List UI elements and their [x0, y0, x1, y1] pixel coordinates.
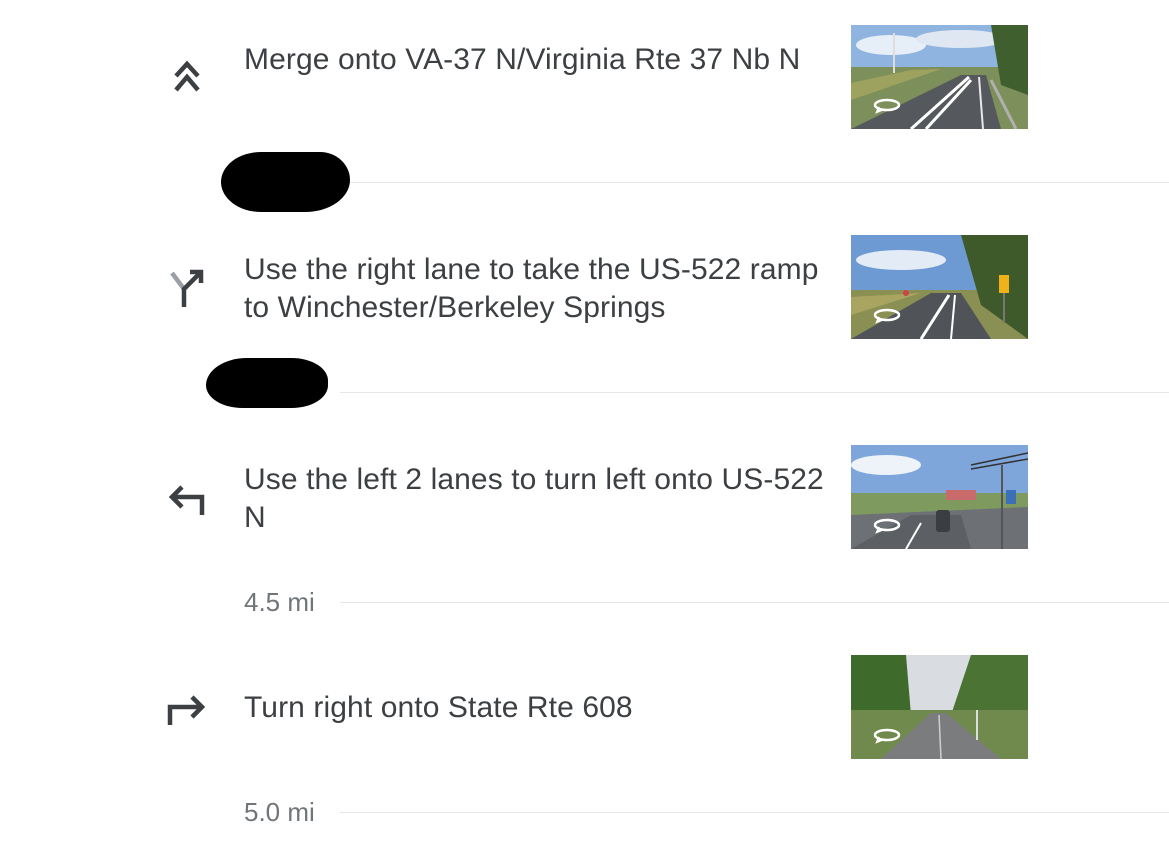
turn-right-icon [162, 683, 212, 733]
directions-step-list: Merge onto VA-37 N/Virginia Rte 37 Nb N [0, 0, 1169, 843]
step-distance-row [0, 162, 1169, 202]
divider [340, 392, 1169, 393]
street-view-thumbnail[interactable] [851, 25, 1028, 129]
direction-step[interactable]: Merge onto VA-37 N/Virginia Rte 37 Nb N [0, 0, 1169, 150]
divider [340, 602, 1169, 603]
street-view-thumbnail[interactable] [851, 235, 1028, 339]
step-distance-row: 4.5 mi [0, 582, 1169, 622]
step-instruction: Turn right onto State Rte 608 [244, 691, 633, 724]
step-distance: 4.5 mi [244, 587, 315, 617]
direction-step[interactable]: Use the left 2 lanes to turn left onto U… [0, 420, 1169, 570]
fork-right-icon [162, 263, 212, 313]
turn-left-icon [162, 473, 212, 523]
step-instruction: Use the right lane to take the US-522 ra… [244, 253, 819, 324]
divider [340, 182, 1169, 183]
step-instruction: Use the left 2 lanes to turn left onto U… [244, 463, 824, 534]
merge-icon [162, 54, 212, 104]
redaction-mark [206, 358, 328, 408]
direction-step[interactable]: Use the right lane to take the US-522 ra… [0, 210, 1169, 360]
step-instruction: Merge onto VA-37 N/Virginia Rte 37 Nb N [244, 43, 801, 76]
direction-step[interactable]: Turn right onto State Rte 608 [0, 630, 1169, 780]
redaction-mark [221, 152, 350, 212]
step-distance-row [0, 372, 1169, 412]
step-distance-row: 5.0 mi [0, 792, 1169, 832]
divider [340, 812, 1169, 813]
street-view-thumbnail[interactable] [851, 655, 1028, 759]
street-view-thumbnail[interactable] [851, 445, 1028, 549]
step-distance: 5.0 mi [244, 797, 315, 827]
